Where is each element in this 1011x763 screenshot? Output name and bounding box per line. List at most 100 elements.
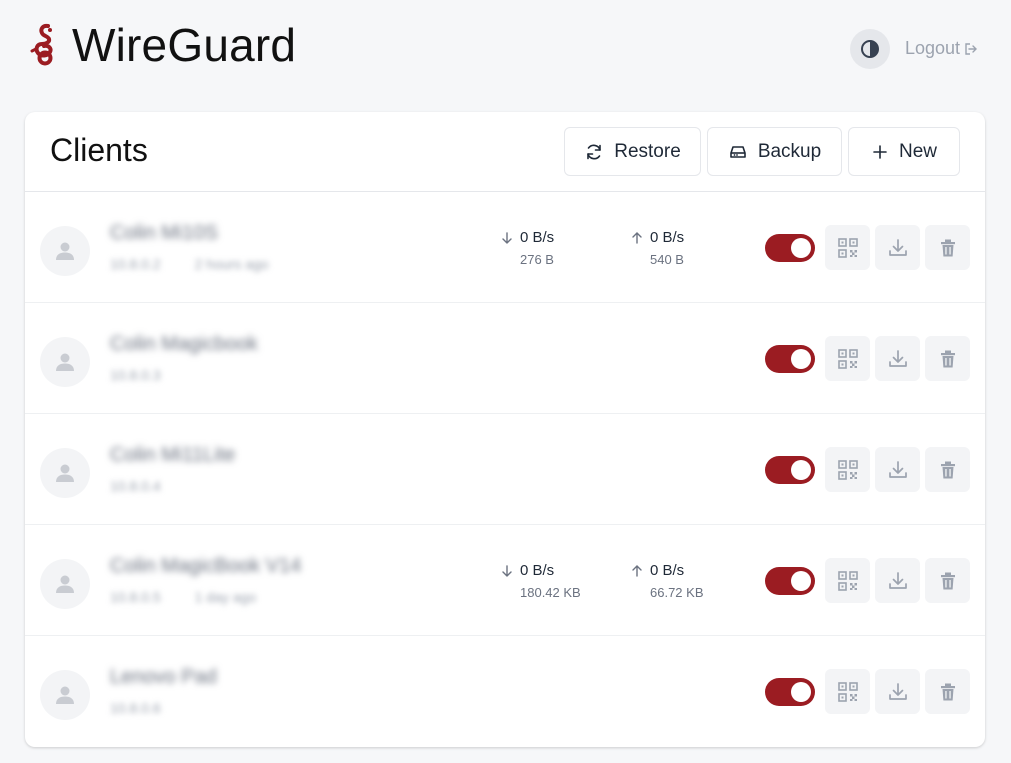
arrow-up-icon <box>632 231 642 244</box>
user-icon <box>56 575 74 593</box>
client-list: Colin Mi10S 10.8.0.2 2 hours ago 0 B/s 27… <box>25 192 985 747</box>
qr-code-icon <box>837 570 858 591</box>
new-label: New <box>898 140 937 162</box>
avatar <box>40 226 90 276</box>
client-last-seen: 1 day ago <box>194 589 257 605</box>
arrow-down-icon <box>502 231 512 244</box>
clients-card-header: Clients Restore Backup New <box>25 112 985 192</box>
avatar <box>40 448 90 498</box>
logout-label: Logout <box>905 38 961 58</box>
arrow-up-icon <box>632 564 642 577</box>
delete-client-button[interactable] <box>925 558 970 603</box>
show-qr-button[interactable] <box>825 669 870 714</box>
upload-rate: 0 B/s <box>650 229 685 246</box>
qr-code-icon <box>837 459 858 480</box>
brand: WireGuard <box>30 18 296 72</box>
restore-label: Restore <box>614 140 681 162</box>
client-ip: 10.8.0.5 <box>110 589 161 605</box>
client-row: Colin Mi11Lite 10.8.0.4 <box>25 414 985 525</box>
new-client-button[interactable]: New <box>848 127 960 176</box>
avatar <box>40 559 90 609</box>
top-bar: WireGuard Logout <box>0 0 1011 100</box>
download-icon <box>888 349 907 367</box>
clients-card: Clients Restore Backup New Colin Mi10S 1… <box>25 112 985 747</box>
toggle-knob <box>791 349 811 369</box>
download-stats: 0 B/s 180.42 KB <box>500 562 620 600</box>
server-icon <box>730 145 746 158</box>
backup-button[interactable]: Backup <box>707 127 842 176</box>
download-icon <box>888 571 907 589</box>
client-meta: 10.8.0.2 2 hours ago <box>110 256 269 272</box>
client-enable-toggle[interactable] <box>765 234 815 262</box>
trash-icon <box>940 239 955 256</box>
plus-icon <box>873 144 887 159</box>
client-ip: 10.8.0.6 <box>110 700 161 716</box>
avatar <box>40 337 90 387</box>
download-config-button[interactable] <box>875 669 920 714</box>
client-name[interactable]: Colin Magicbook <box>110 333 258 356</box>
logout-icon <box>965 42 978 55</box>
delete-client-button[interactable] <box>925 669 970 714</box>
theme-toggle-button[interactable] <box>850 29 890 69</box>
download-config-button[interactable] <box>875 336 920 381</box>
download-rate: 0 B/s <box>520 229 555 246</box>
user-icon <box>56 242 74 260</box>
qr-code-icon <box>837 348 858 369</box>
clients-heading: Clients <box>50 132 148 168</box>
client-ip: 10.8.0.4 <box>110 478 161 494</box>
client-meta: 10.8.0.4 <box>110 478 195 494</box>
toggle-knob <box>791 571 811 591</box>
refresh-icon <box>587 144 602 159</box>
download-config-button[interactable] <box>875 225 920 270</box>
toggle-knob <box>791 238 811 258</box>
client-enable-toggle[interactable] <box>765 678 815 706</box>
delete-client-button[interactable] <box>925 336 970 381</box>
download-config-button[interactable] <box>875 558 920 603</box>
client-row: Lenovo Pad 10.8.0.6 <box>25 636 985 747</box>
client-row: Colin MagicBook V14 10.8.0.5 1 day ago 0 … <box>25 525 985 636</box>
download-icon <box>888 460 907 478</box>
upload-stats: 0 B/s 540 B <box>630 229 750 267</box>
client-name[interactable]: Colin Mi11Lite <box>110 444 235 467</box>
wireguard-logo-icon <box>30 23 53 66</box>
upload-total: 66.72 KB <box>650 585 704 600</box>
app-title: WireGuard <box>72 19 297 71</box>
show-qr-button[interactable] <box>825 225 870 270</box>
toggle-knob <box>791 460 811 480</box>
client-row: Colin Mi10S 10.8.0.2 2 hours ago 0 B/s 27… <box>25 192 985 303</box>
download-icon <box>888 238 907 256</box>
arrow-down-icon <box>502 564 512 577</box>
trash-icon <box>940 683 955 700</box>
user-icon <box>56 464 74 482</box>
client-name[interactable]: Colin MagicBook V14 <box>110 555 301 578</box>
upload-total: 540 B <box>650 252 684 267</box>
delete-client-button[interactable] <box>925 225 970 270</box>
client-ip: 10.8.0.3 <box>110 367 161 383</box>
logout-link[interactable]: Logout <box>905 38 978 59</box>
delete-client-button[interactable] <box>925 447 970 492</box>
show-qr-button[interactable] <box>825 558 870 603</box>
download-config-button[interactable] <box>875 447 920 492</box>
backup-label: Backup <box>757 140 822 162</box>
download-stats: 0 B/s 276 B <box>500 229 620 267</box>
client-ip: 10.8.0.2 <box>110 256 161 272</box>
download-total: 276 B <box>520 252 554 267</box>
upload-rate: 0 B/s <box>650 562 685 579</box>
download-rate: 0 B/s <box>520 562 555 579</box>
avatar <box>40 670 90 720</box>
client-enable-toggle[interactable] <box>765 456 815 484</box>
client-name[interactable]: Colin Mi10S <box>110 222 218 245</box>
toggle-knob <box>791 682 811 702</box>
show-qr-button[interactable] <box>825 447 870 492</box>
restore-button[interactable]: Restore <box>564 127 701 176</box>
show-qr-button[interactable] <box>825 336 870 381</box>
client-enable-toggle[interactable] <box>765 345 815 373</box>
user-icon <box>56 686 74 704</box>
client-meta: 10.8.0.3 <box>110 367 195 383</box>
upload-stats: 0 B/s 66.72 KB <box>630 562 750 600</box>
client-row: Colin Magicbook 10.8.0.3 <box>25 303 985 414</box>
qr-code-icon <box>837 681 858 702</box>
client-enable-toggle[interactable] <box>765 567 815 595</box>
client-name[interactable]: Lenovo Pad <box>110 666 217 689</box>
client-last-seen: 2 hours ago <box>194 256 269 272</box>
